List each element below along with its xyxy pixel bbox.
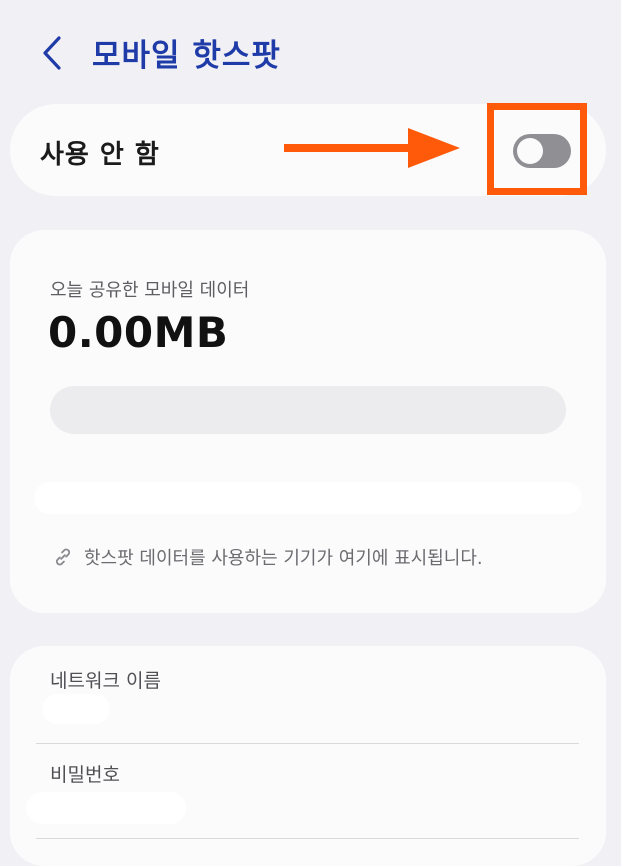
chevron-left-icon (43, 36, 61, 70)
annotation-arrow-icon (284, 128, 460, 168)
app-header: 모바일 핫스팟 (0, 0, 621, 100)
page-title: 모바일 핫스팟 (92, 38, 281, 74)
connected-devices-info: 핫스팟 데이터를 사용하는 기기가 여기에 표시됩니다. (52, 544, 483, 570)
device-list-placeholder (34, 482, 582, 514)
password-value[interactable] (26, 792, 186, 824)
network-name-value[interactable] (42, 694, 110, 724)
toggle-knob (517, 138, 543, 164)
back-button[interactable] (36, 34, 68, 72)
data-usage-title: 오늘 공유한 모바일 데이터 (50, 280, 250, 301)
divider (36, 743, 579, 744)
network-settings-card: 네트워크 이름 비밀번호 (10, 646, 606, 866)
data-usage-value: 0.00MB (48, 308, 229, 357)
hotspot-status-label: 사용 안 함 (40, 140, 160, 170)
password-label: 비밀번호 (50, 764, 120, 786)
connected-devices-info-text: 핫스팟 데이터를 사용하는 기기가 여기에 표시됩니다. (84, 548, 483, 569)
link-icon (55, 548, 71, 566)
divider (36, 838, 579, 839)
data-usage-card: 오늘 공유한 모바일 데이터 0.00MB 핫스팟 데이터를 사용하는 기기가 … (10, 230, 606, 613)
network-name-label: 네트워크 이름 (50, 670, 161, 692)
hotspot-toggle[interactable] (513, 134, 571, 168)
usage-progress-bar (50, 386, 566, 434)
